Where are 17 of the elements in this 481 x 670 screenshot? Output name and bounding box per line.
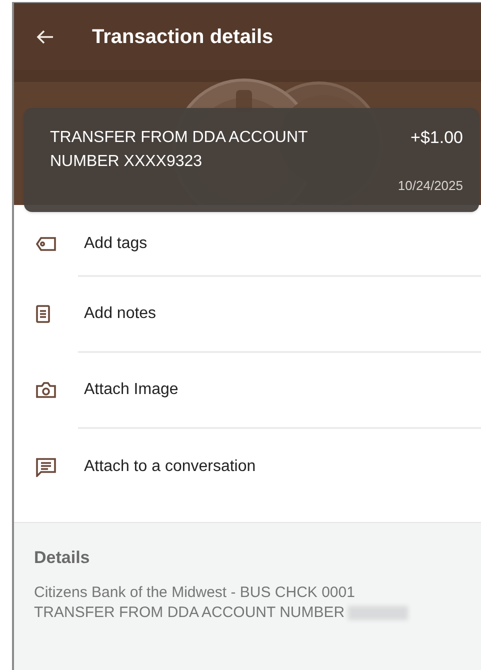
action-item[interactable]: Add notes	[14, 277, 481, 351]
details-text: TRANSFER FROM DDA ACCOUNT NUMBER	[34, 602, 345, 622]
action-item[interactable]: Attach Image	[14, 353, 481, 427]
tag-icon	[36, 237, 56, 251]
redaction-mark	[348, 606, 408, 620]
back-icon	[36, 28, 54, 44]
details-text: Citizens Bank of the Midwest - BUS CHCK 0001	[34, 582, 355, 602]
action-item[interactable]: Add tags	[14, 213, 481, 275]
page-title: Transaction details	[92, 24, 274, 50]
camera-icon	[36, 382, 56, 398]
document-icon	[36, 305, 50, 323]
details-heading: Details	[34, 547, 91, 569]
action-item[interactable]: Attach to a conversation	[14, 429, 481, 505]
transaction-date: 10/24/2025	[398, 177, 463, 195]
transaction-amount: +$1.00	[410, 127, 463, 149]
transaction-description: TRANSFER FROM DDA ACCOUNT NUMBER XXXX9323	[50, 128, 308, 172]
chat-icon	[36, 458, 56, 476]
